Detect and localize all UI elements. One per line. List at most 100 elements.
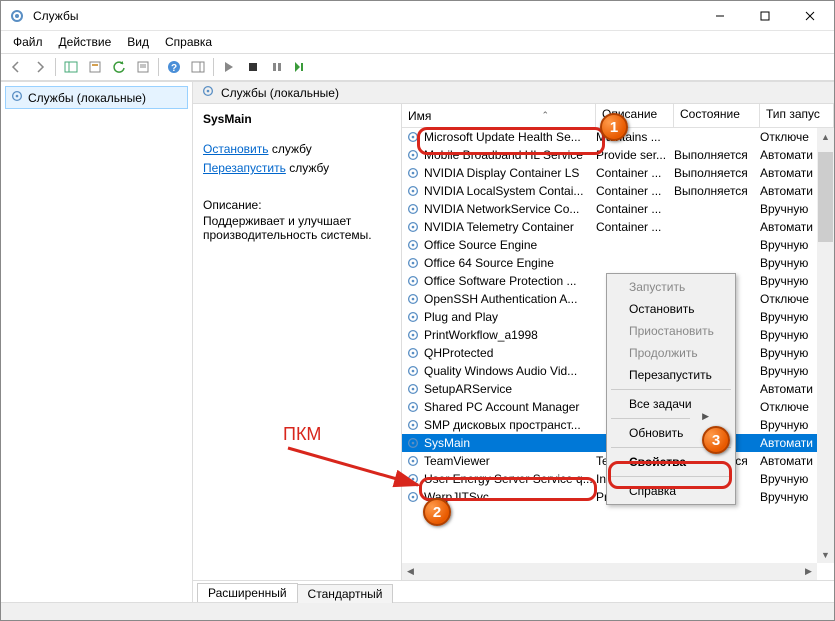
svg-text:?: ? [171,63,177,74]
gear-icon [406,382,420,396]
gear-icon [406,400,420,414]
restart-link[interactable]: Перезапустить [203,161,286,175]
gear-icon [406,292,420,306]
vertical-scrollbar[interactable]: ▲ ▼ [817,128,834,563]
scrollbar-thumb[interactable] [818,152,833,242]
toolbar: ? [1,53,834,81]
stop-link[interactable]: Остановить [203,142,269,156]
window-title: Службы [33,9,697,23]
rmb-label: ПКМ [283,424,321,445]
service-row[interactable]: NVIDIA NetworkService Co...Container ...… [402,200,834,218]
cell-name: WarpJITSvc [424,490,596,504]
nav-item-local-services[interactable]: Службы (локальные) [5,86,188,109]
column-state[interactable]: Состояние [674,104,760,127]
scroll-down-icon[interactable]: ▼ [817,546,834,563]
start-service-button[interactable] [218,56,240,78]
service-row[interactable]: Office Source EngineВручную [402,236,834,254]
gear-icon [406,202,420,216]
show-action-pane-button[interactable] [187,56,209,78]
column-name[interactable]: Имя⌃ [402,104,596,127]
cell-description: Container ... [596,166,674,180]
help-button[interactable]: ? [163,56,185,78]
cell-description: Provide ser... [596,148,674,162]
cell-name: SetupARService [424,382,596,396]
detail-panel: SysMain Остановить службу Перезапустить … [193,104,401,580]
description-text: Поддерживает и улучшает производительнос… [203,214,391,242]
restart-service-button[interactable] [290,56,312,78]
cell-name: OpenSSH Authentication A... [424,292,596,306]
gear-icon [406,328,420,342]
panel-title: Службы (локальные) [221,86,339,100]
properties-button[interactable] [132,56,154,78]
panel-header: Службы (локальные) [193,82,834,104]
ctx-help[interactable]: Справка [609,480,733,502]
close-button[interactable] [787,1,832,30]
tab-standard[interactable]: Стандартный [297,584,394,603]
tab-extended[interactable]: Расширенный [197,583,298,602]
refresh-button[interactable] [108,56,130,78]
gear-icon [406,310,420,324]
cell-name: NVIDIA NetworkService Co... [424,202,596,216]
cell-name: SysMain [424,436,596,450]
cell-name: NVIDIA Display Container LS [424,166,596,180]
gear-icon [406,346,420,360]
column-startup-type[interactable]: Тип запус [760,104,834,127]
app-icon [9,8,25,24]
service-row[interactable]: NVIDIA LocalSystem Contai...Container ..… [402,182,834,200]
forward-button[interactable] [29,56,51,78]
cell-name: User Energy Server Service q... [424,472,596,486]
scroll-up-icon[interactable]: ▲ [817,128,834,145]
show-hide-tree-button[interactable] [60,56,82,78]
cell-name: Mobile Broadband HL Service [424,148,596,162]
badge-2: 2 [423,498,451,526]
status-bar [1,602,834,620]
service-row[interactable]: NVIDIA Display Container LSContainer ...… [402,164,834,182]
minimize-button[interactable] [697,1,742,30]
menu-action[interactable]: Действие [53,33,118,51]
main-panel: Службы (локальные) SysMain Остановить сл… [193,82,834,602]
cell-name: TeamViewer [424,454,596,468]
ctx-properties[interactable]: Свойства [609,451,733,473]
stop-service-button[interactable] [242,56,264,78]
ctx-resume: Продолжить [609,342,733,364]
horizontal-scrollbar[interactable]: ◀ ▶ [402,563,817,580]
ctx-restart[interactable]: Перезапустить [609,364,733,386]
gear-icon [406,166,420,180]
ctx-start: Запустить [609,276,733,298]
back-button[interactable] [5,56,27,78]
ctx-all-tasks[interactable]: Все задачи [609,393,733,415]
ctx-pause: Приостановить [609,320,733,342]
maximize-button[interactable] [742,1,787,30]
menu-help[interactable]: Справка [159,33,218,51]
service-row[interactable]: Mobile Broadband HL ServiceProvide ser..… [402,146,834,164]
badge-1: 1 [600,113,628,141]
scroll-right-icon[interactable]: ▶ [800,563,817,580]
service-row[interactable]: NVIDIA Telemetry ContainerContainer ...А… [402,218,834,236]
gear-icon [406,256,420,270]
context-menu: Запустить Остановить Приостановить Продо… [606,273,736,505]
menu-file[interactable]: Файл [7,33,49,51]
cell-name: Microsoft Update Health Se... [424,130,596,144]
cell-name: NVIDIA LocalSystem Contai... [424,184,596,198]
description-label: Описание: [203,198,391,212]
ctx-stop[interactable]: Остановить [609,298,733,320]
cell-name: Shared PC Account Manager [424,400,596,414]
scroll-left-icon[interactable]: ◀ [402,563,419,580]
cell-state: Выполняется [674,184,760,198]
cell-state: Выполняется [674,148,760,162]
gear-icon [406,274,420,288]
cell-name: Office 64 Source Engine [424,256,596,270]
cell-name: QHProtected [424,346,596,360]
service-row[interactable]: Office 64 Source EngineВручную [402,254,834,272]
cell-description: Container ... [596,202,674,216]
gear-icon [406,220,420,234]
cell-name: PrintWorkflow_a1998 [424,328,596,342]
export-button[interactable] [84,56,106,78]
pause-service-button[interactable] [266,56,288,78]
menu-view[interactable]: Вид [121,33,155,51]
gear-icon [406,364,420,378]
cell-name: Plug and Play [424,310,596,324]
cell-name: Office Software Protection ... [424,274,596,288]
cell-state: Выполняется [674,166,760,180]
titlebar: Службы [1,1,834,31]
